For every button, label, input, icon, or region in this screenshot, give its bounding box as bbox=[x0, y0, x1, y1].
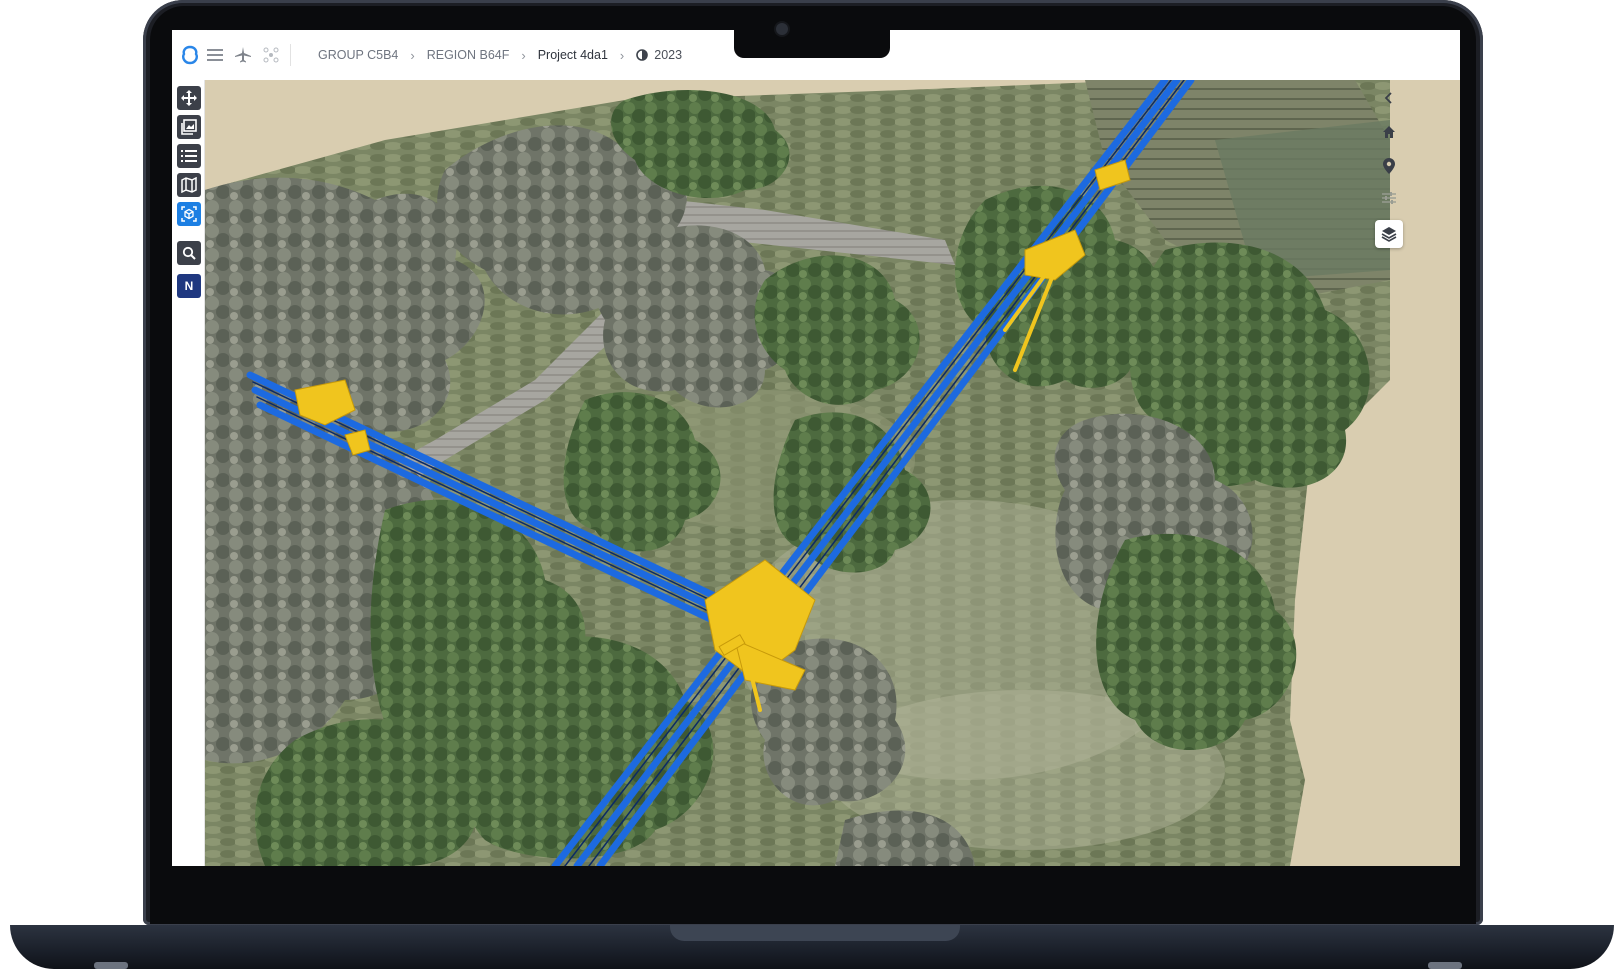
list-icon bbox=[181, 150, 197, 162]
chevron-left-icon[interactable] bbox=[1377, 86, 1401, 110]
topbar-divider bbox=[290, 44, 291, 66]
app-logo-icon[interactable] bbox=[180, 45, 200, 65]
map-icon bbox=[181, 177, 197, 193]
chevron-right-icon: › bbox=[619, 47, 625, 63]
chevron-right-icon: › bbox=[521, 47, 526, 63]
gallery-tool-button[interactable] bbox=[177, 115, 201, 139]
move-arrows-icon bbox=[181, 90, 197, 106]
move-tool-button[interactable] bbox=[177, 86, 201, 110]
layers-button[interactable] bbox=[1375, 220, 1403, 248]
search-tool-button[interactable] bbox=[177, 241, 201, 265]
point-cloud-render bbox=[205, 80, 1460, 866]
breadcrumb: GROUP C5B4 › REGION B64F › Project 4da1 … bbox=[318, 30, 682, 80]
map-pin-icon[interactable] bbox=[1377, 154, 1401, 178]
breadcrumb-group[interactable]: GROUP C5B4 bbox=[318, 48, 398, 62]
point-cloud-viewport[interactable] bbox=[205, 80, 1460, 866]
search-icon bbox=[182, 246, 196, 260]
airplane-icon[interactable] bbox=[233, 45, 253, 65]
year-label: 2023 bbox=[654, 48, 683, 62]
3d-scan-icon bbox=[181, 206, 197, 222]
layers-icon bbox=[1381, 227, 1397, 242]
sliders-icon[interactable] bbox=[1377, 186, 1401, 210]
breadcrumb-project[interactable]: Project 4da1 bbox=[538, 48, 608, 62]
home-icon[interactable] bbox=[1377, 120, 1401, 144]
laptop-foot bbox=[94, 962, 128, 969]
breadcrumb-year[interactable]: 2023 bbox=[636, 48, 682, 62]
map-tool-button[interactable] bbox=[177, 173, 201, 197]
list-tool-button[interactable] bbox=[177, 144, 201, 168]
clock-history-icon bbox=[636, 49, 649, 61]
hamburger-menu-icon[interactable] bbox=[205, 45, 225, 65]
3d-view-tool-button[interactable] bbox=[177, 202, 201, 226]
laptop-foot bbox=[1428, 962, 1462, 969]
screen: GROUP C5B4 › REGION B64F › Project 4da1 … bbox=[172, 30, 1460, 866]
chevron-right-icon: › bbox=[410, 47, 415, 63]
laptop-hinge-notch bbox=[670, 925, 960, 941]
camera-notch bbox=[734, 30, 890, 58]
image-gallery-icon bbox=[181, 119, 197, 135]
breadcrumb-region[interactable]: REGION B64F bbox=[427, 48, 510, 62]
north-compass-button[interactable]: N bbox=[177, 274, 201, 298]
left-toolbar: N bbox=[172, 80, 205, 866]
webcam-icon bbox=[776, 23, 788, 35]
drone-icon[interactable] bbox=[261, 45, 281, 65]
